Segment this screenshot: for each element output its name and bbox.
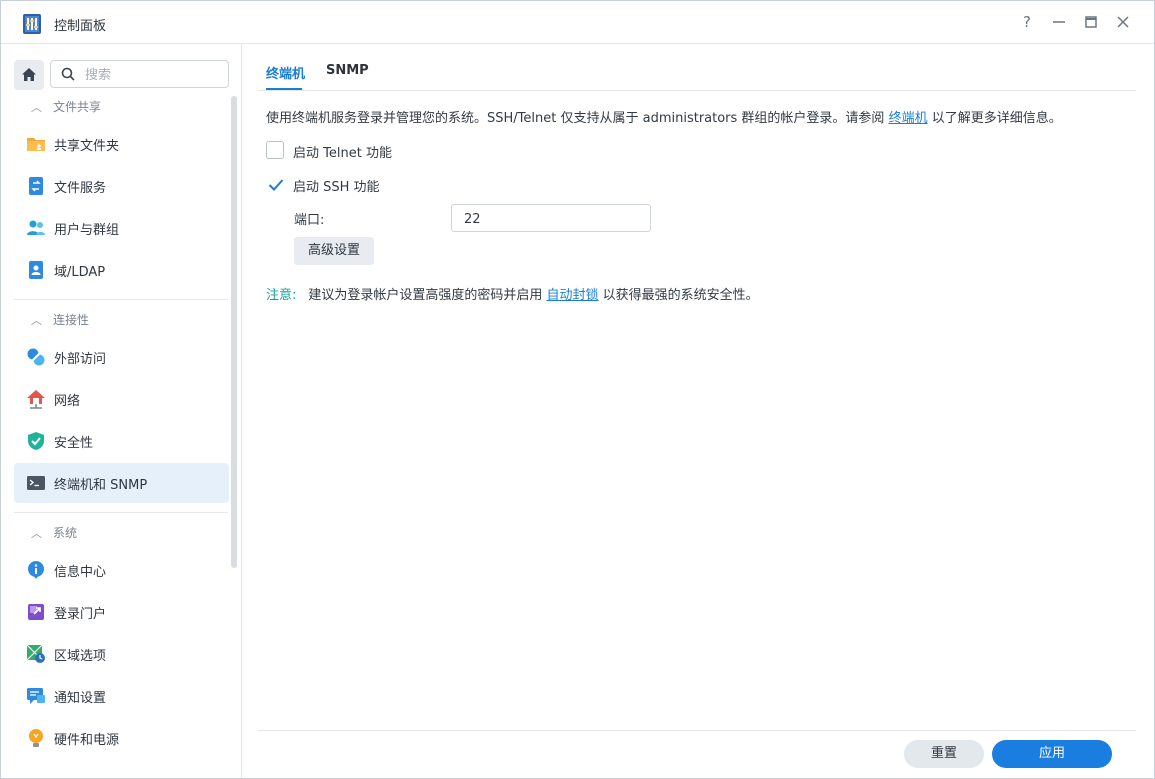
sidebar-item-security[interactable]: 安全性	[14, 421, 229, 461]
sidebar-item-shared-folder[interactable]: 共享文件夹	[14, 124, 229, 164]
notification-icon	[27, 688, 45, 704]
active-tab-indicator	[266, 88, 302, 90]
sidebar-item-domain-ldap[interactable]: 域/LDAP	[14, 250, 229, 290]
main-content: 终端机 SNMP 使用终端机服务登录并管理您的系统。SSH/Telnet 仅支持…	[242, 44, 1154, 778]
search-input[interactable]	[83, 64, 223, 86]
users-groups-icon	[27, 220, 45, 235]
sidebar-item-network[interactable]: 网络	[14, 379, 229, 419]
ssh-checkbox[interactable]	[266, 175, 284, 193]
port-input[interactable]	[462, 209, 646, 229]
reset-button[interactable]: 重置	[904, 740, 984, 768]
telnet-checkbox[interactable]	[266, 141, 284, 159]
search-icon	[61, 67, 75, 81]
security-note: 注意: 建议为登录帐户设置高强度的密码并启用 自动封锁 以获得最强的系统安全性。	[266, 288, 759, 303]
sidebar-item-notification[interactable]: 通知设置	[14, 676, 229, 716]
port-field[interactable]	[451, 204, 651, 232]
sidebar-divider	[14, 512, 228, 513]
window-title: 控制面板	[54, 19, 107, 34]
maximize-icon[interactable]	[1082, 13, 1100, 31]
sidebar-item-external-access[interactable]: 外部访问	[14, 337, 229, 377]
help-icon[interactable]: ?	[1018, 13, 1036, 31]
ssh-label: 启动 SSH 功能	[293, 180, 380, 195]
regional-options-icon	[26, 644, 45, 663]
sidebar-item-regional-options[interactable]: 区域选项	[14, 634, 229, 674]
hardware-power-icon	[29, 729, 43, 747]
security-shield-icon	[28, 432, 44, 450]
network-icon	[27, 390, 45, 409]
group-header-connectivity[interactable]: ︿ 连接性	[31, 310, 89, 330]
minimize-icon[interactable]	[1050, 13, 1068, 31]
control-panel-window: 控制面板 ? ︿文件共享	[0, 0, 1155, 779]
domain-ldap-icon	[29, 261, 43, 279]
sidebar-item-hardware-power[interactable]: 硬件和电源	[14, 718, 229, 758]
apply-button[interactable]: 应用	[992, 740, 1112, 768]
sidebar: ︿文件共享 共享文件夹 文件服务 用户与群组 域/LDAP ︿连接性 外部访问	[1, 44, 242, 778]
telnet-label: 启动 Telnet 功能	[293, 146, 392, 161]
sidebar-item-login-portal[interactable]: 登录门户	[14, 592, 229, 632]
chevron-up-icon: ︿	[31, 314, 42, 327]
port-label: 端口:	[294, 213, 325, 228]
note-label: 注意:	[266, 288, 297, 303]
terminal-icon	[27, 476, 45, 490]
title-bar: 控制面板 ?	[1, 1, 1154, 44]
sidebar-item-terminal-snmp[interactable]: 终端机和 SNMP	[14, 463, 229, 503]
chevron-up-icon: ︿	[31, 527, 42, 540]
external-access-icon	[27, 348, 45, 366]
advanced-settings-button[interactable]: 高级设置	[294, 237, 374, 265]
auto-block-link[interactable]: 自动封锁	[547, 288, 599, 303]
chevron-up-icon: ︿	[31, 101, 42, 114]
sidebar-divider	[14, 299, 228, 300]
terminal-help-link[interactable]: 终端机	[889, 111, 928, 126]
sidebar-scrollbar[interactable]	[231, 96, 237, 568]
shared-folder-icon	[27, 138, 45, 151]
tab-bar: 终端机 SNMP	[258, 44, 1136, 91]
home-icon	[22, 68, 36, 81]
home-button[interactable]	[14, 60, 44, 90]
group-header-system[interactable]: ︿ 系统	[31, 523, 77, 543]
file-services-icon	[29, 177, 43, 195]
info-center-icon	[28, 561, 44, 579]
login-portal-icon	[28, 604, 44, 620]
terminal-description: 使用终端机服务登录并管理您的系统。SSH/Telnet 仅支持从属于 admin…	[266, 111, 1062, 126]
group-header-file-sharing[interactable]: ︿ 文件共享	[31, 97, 101, 117]
search-box[interactable]	[50, 60, 229, 88]
sidebar-item-info-center[interactable]: 信息中心	[14, 550, 229, 590]
checkmark-icon	[268, 179, 284, 191]
footer-divider	[258, 730, 1136, 731]
control-panel-app-icon	[23, 14, 41, 34]
tab-snmp[interactable]: SNMP	[326, 63, 369, 78]
sidebar-item-users-groups[interactable]: 用户与群组	[14, 208, 229, 248]
sidebar-item-file-services[interactable]: 文件服务	[14, 166, 229, 206]
close-icon[interactable]	[1114, 13, 1132, 31]
tab-terminal[interactable]: 终端机	[266, 63, 305, 82]
